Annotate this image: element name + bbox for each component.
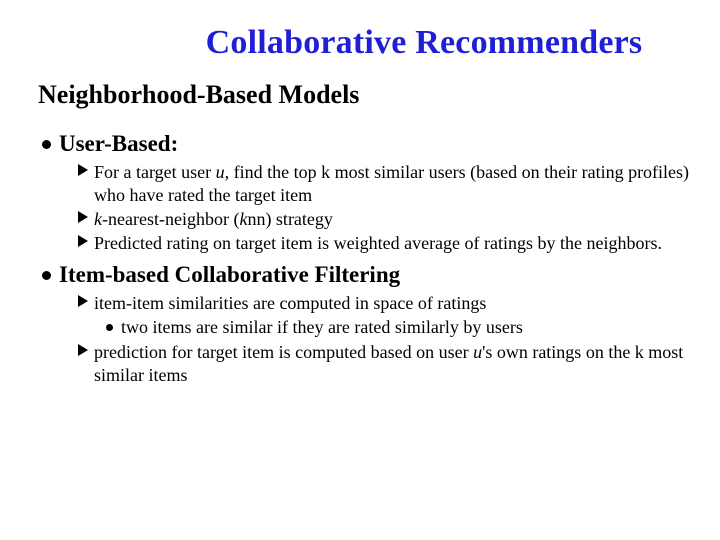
sub-bullet-text: item-item similarities are computed in s… (94, 292, 486, 315)
sub-bullet: Predicted rating on target item is weigh… (78, 232, 690, 255)
bullet-dot-icon (106, 324, 113, 331)
slide-title: Collaborative Recommenders (158, 24, 690, 62)
heading-user-based: User-Based: (59, 130, 178, 159)
slide-subtitle: Neighborhood-Based Models (38, 80, 690, 110)
subsub-bullet: two items are similar if they are rated … (106, 316, 690, 339)
sub-bullet-text: For a target user u, find the top k most… (94, 161, 690, 207)
arrow-icon (78, 164, 88, 176)
sub-bullet: prediction for target item is computed b… (78, 341, 690, 387)
sublist-user-based: For a target user u, find the top k most… (78, 161, 690, 255)
bullet-user-based: User-Based: (42, 130, 690, 159)
sublist-item-based: item-item similarities are computed in s… (78, 292, 690, 387)
sub-bullet-text: Predicted rating on target item is weigh… (94, 232, 662, 255)
sub-bullet-text: k-nearest-neighbor (knn) strategy (94, 208, 333, 231)
arrow-icon (78, 211, 88, 223)
bullet-dot-icon (42, 140, 51, 149)
arrow-icon (78, 344, 88, 356)
sub-bullet: For a target user u, find the top k most… (78, 161, 690, 207)
bullet-dot-icon (42, 271, 51, 280)
subsub-bullet-text: two items are similar if they are rated … (121, 316, 523, 339)
arrow-icon (78, 235, 88, 247)
sub-bullet: item-item similarities are computed in s… (78, 292, 690, 315)
sub-bullet: k-nearest-neighbor (knn) strategy (78, 208, 690, 231)
bullet-item-based: Item-based Collaborative Filtering (42, 261, 690, 290)
heading-item-based: Item-based Collaborative Filtering (59, 261, 400, 290)
arrow-icon (78, 295, 88, 307)
sub-bullet-text: prediction for target item is computed b… (94, 341, 690, 387)
